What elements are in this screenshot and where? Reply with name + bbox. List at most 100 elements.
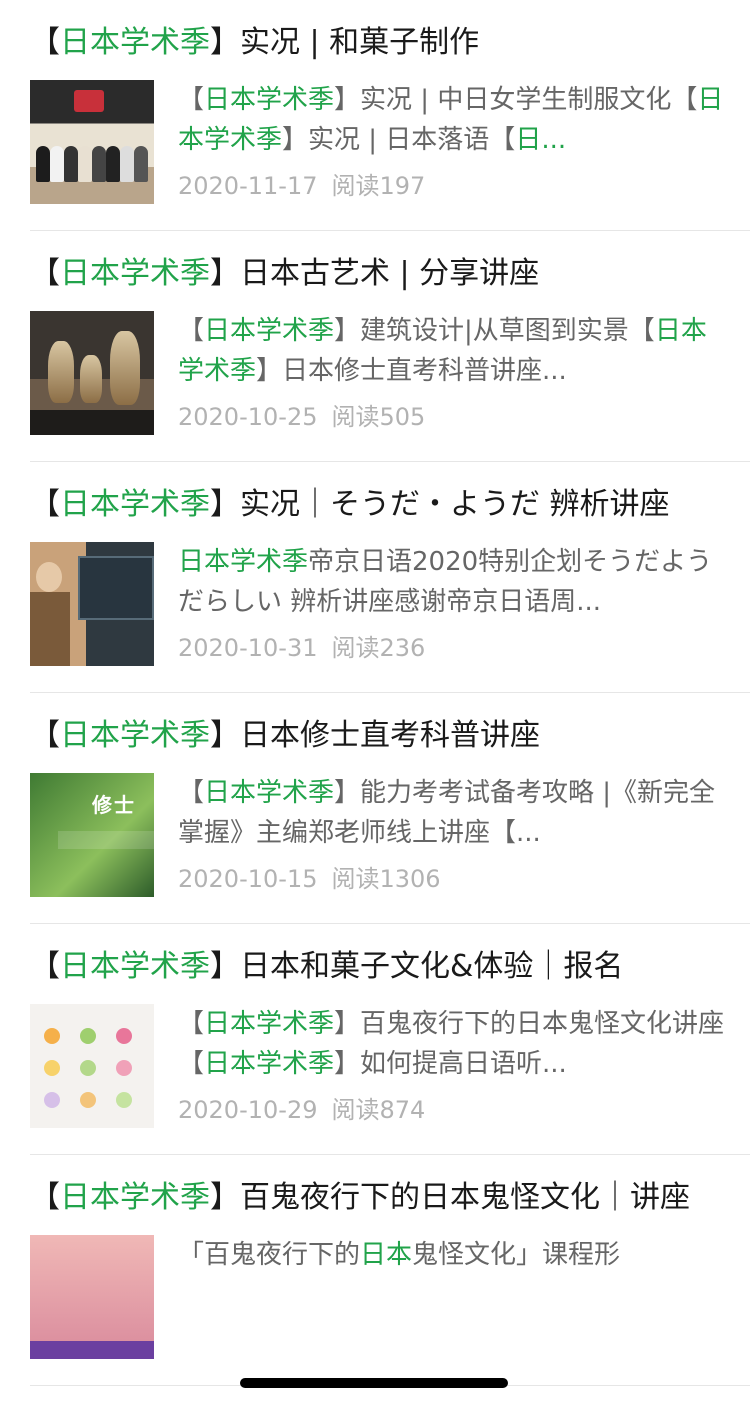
person-shape bbox=[36, 146, 50, 182]
title-bracket: 】 bbox=[210, 718, 240, 753]
summary-highlight: 日本 bbox=[360, 1240, 413, 1270]
title-bracket: 【 bbox=[30, 256, 60, 291]
article-item[interactable]: 【日本学术季】百鬼夜行下的日本鬼怪文化｜讲座「百鬼夜行下的日本鬼怪文化」课程形 bbox=[30, 1155, 750, 1386]
person-shape bbox=[50, 146, 64, 182]
article-info: 【日本学术季】百鬼夜行下的日本鬼怪文化讲座【日本学术季】如何提高日语听... 20… bbox=[178, 1004, 728, 1128]
article-meta: 2020-10-15 阅读1306 bbox=[178, 861, 728, 897]
sweet-shape bbox=[44, 1028, 60, 1044]
article-info: 【日本学术季】能力考考试备考攻略 |《新完全掌握》主编郑老师线上讲座【... 20… bbox=[178, 773, 728, 897]
publish-date: 2020-10-31 bbox=[178, 634, 318, 662]
title-bracket: 【 bbox=[30, 1180, 60, 1215]
article-title[interactable]: 【日本学术季】实况 | 和菓子制作 bbox=[0, 0, 750, 66]
article-thumbnail[interactable] bbox=[30, 542, 154, 666]
article-item[interactable]: 【日本学术季】日本和菓子文化&体验｜报名 【日本学术季】百鬼夜行下的日本鬼怪文化讲… bbox=[30, 924, 750, 1155]
person-shape bbox=[120, 146, 134, 182]
title-text: 日本古艺术 | 分享讲座 bbox=[240, 256, 540, 291]
summary-text: 【 bbox=[178, 316, 205, 346]
person-shape bbox=[30, 592, 70, 666]
sweet-shape bbox=[116, 1028, 132, 1044]
article-info: 【日本学术季】实况 | 中日女学生制服文化【日本学术季】实况 | 日本落语【日.… bbox=[178, 80, 728, 204]
article-preview: 【日本学术季】建筑设计|从草图到实景【日本学术季】日本修士直考科普讲座... 20… bbox=[30, 311, 750, 461]
title-bracket: 【 bbox=[30, 718, 60, 753]
title-text: 实况｜そうだ・ようだ 辨析讲座 bbox=[240, 487, 670, 522]
summary-highlight: 日本学术季 bbox=[204, 778, 335, 808]
article-preview: 「百鬼夜行下的日本鬼怪文化」课程形 bbox=[30, 1235, 750, 1385]
read-count: 阅读505 bbox=[331, 403, 426, 431]
summary-highlight: 日本学术季 bbox=[204, 316, 335, 346]
blackboard-shape bbox=[78, 556, 154, 620]
read-count: 阅读874 bbox=[331, 1096, 426, 1124]
sweet-shape bbox=[80, 1060, 96, 1076]
article-title[interactable]: 【日本学术季】日本古艺术 | 分享讲座 bbox=[0, 231, 750, 297]
article-item[interactable]: 【日本学术季】日本古艺术 | 分享讲座 【日本学术季】建筑设计|从草图到实景【日本… bbox=[30, 231, 750, 462]
summary-text: 【 bbox=[178, 778, 205, 808]
article-preview: 修士 【日本学术季】能力考考试备考攻略 |《新完全掌握》主编郑老师线上讲座【...… bbox=[30, 773, 750, 923]
title-bracket: 】 bbox=[210, 949, 240, 984]
article-title[interactable]: 【日本学术季】百鬼夜行下的日本鬼怪文化｜讲座 bbox=[0, 1155, 750, 1221]
article-preview: 【日本学术季】实况 | 中日女学生制服文化【日本学术季】实况 | 日本落语【日.… bbox=[30, 80, 750, 230]
article-item[interactable]: 【日本学术季】实况 | 和菓子制作 【日本学术季】实况 | 中日女学生制服文化【日… bbox=[30, 0, 750, 231]
article-preview: 【日本学术季】百鬼夜行下的日本鬼怪文化讲座【日本学术季】如何提高日语听... 20… bbox=[30, 1004, 750, 1154]
publish-date: 2020-11-17 bbox=[178, 172, 318, 200]
article-meta: 2020-10-25 阅读505 bbox=[178, 399, 728, 435]
vase-shape bbox=[80, 355, 102, 403]
summary-text: 】建筑设计|从草图到实景 bbox=[334, 316, 629, 346]
summary-text: 【 bbox=[178, 85, 205, 115]
summary-highlight: 日本学术季 bbox=[178, 547, 309, 577]
title-bracket: 】 bbox=[210, 256, 240, 291]
article-title[interactable]: 【日本学术季】日本修士直考科普讲座 bbox=[0, 693, 750, 759]
article-summary: 日本学术季帝京日语2020特别企划そうだようだらしい 辨析讲座感谢帝京日语周..… bbox=[178, 542, 728, 622]
article-meta: 2020-10-31 阅读236 bbox=[178, 630, 728, 666]
article-title[interactable]: 【日本学术季】实况｜そうだ・ようだ 辨析讲座 bbox=[0, 462, 750, 528]
article-thumbnail[interactable] bbox=[30, 1004, 154, 1128]
article-thumbnail[interactable] bbox=[30, 80, 154, 204]
read-count: 阅读197 bbox=[331, 172, 426, 200]
vase-shape bbox=[110, 331, 140, 405]
article-meta: 2020-10-29 阅读874 bbox=[178, 1092, 728, 1128]
sweet-shape bbox=[44, 1092, 60, 1108]
article-item[interactable]: 【日本学术季】实况｜そうだ・ようだ 辨析讲座 日本学术季帝京日语2020特别企划そ… bbox=[30, 462, 750, 693]
title-text: 日本和菓子文化&体验｜报名 bbox=[240, 949, 624, 984]
banner-shape bbox=[30, 1341, 154, 1359]
person-shape bbox=[134, 146, 148, 182]
publish-date: 2020-10-15 bbox=[178, 865, 318, 893]
article-preview: 日本学术季帝京日语2020特别企划そうだようだらしい 辨析讲座感谢帝京日语周..… bbox=[30, 542, 750, 692]
person-shape bbox=[78, 146, 92, 182]
title-bracket: 【 bbox=[30, 949, 60, 984]
title-bracket: 【 bbox=[30, 25, 60, 60]
summary-highlight: 日... bbox=[515, 125, 567, 155]
read-count: 阅读236 bbox=[331, 634, 426, 662]
article-thumbnail[interactable] bbox=[30, 1235, 154, 1359]
title-text: 百鬼夜行下的日本鬼怪文化｜讲座 bbox=[240, 1180, 690, 1215]
title-text: 日本修士直考科普讲座 bbox=[240, 718, 540, 753]
title-tag: 日本学术季 bbox=[60, 25, 210, 60]
sign-shape bbox=[74, 90, 104, 112]
publish-date: 2020-10-29 bbox=[178, 1096, 318, 1124]
person-shape bbox=[92, 146, 106, 182]
thumbnail-text: 修士 bbox=[92, 793, 136, 817]
title-tag: 日本学术季 bbox=[60, 487, 210, 522]
article-thumbnail[interactable] bbox=[30, 311, 154, 435]
article-info: 【日本学术季】建筑设计|从草图到实景【日本学术季】日本修士直考科普讲座... 20… bbox=[178, 311, 728, 435]
article-summary: 【日本学术季】实况 | 中日女学生制服文化【日本学术季】实况 | 日本落语【日.… bbox=[178, 80, 728, 160]
title-tag: 日本学术季 bbox=[60, 718, 210, 753]
summary-text: 【 bbox=[178, 1009, 205, 1039]
summary-highlight: 日本学术季 bbox=[204, 1049, 335, 1079]
head-shape bbox=[36, 562, 62, 592]
summary-text: 】实况 | 中日女学生制服文化【 bbox=[334, 85, 698, 115]
article-summary: 【日本学术季】建筑设计|从草图到实景【日本学术季】日本修士直考科普讲座... bbox=[178, 311, 728, 391]
summary-highlight: 日本学术季 bbox=[204, 1009, 335, 1039]
summary-text: 】如何提高日语听... bbox=[334, 1049, 567, 1079]
article-thumbnail[interactable]: 修士 bbox=[30, 773, 154, 897]
home-indicator[interactable] bbox=[240, 1378, 508, 1388]
title-bracket: 】 bbox=[210, 1180, 240, 1215]
article-title[interactable]: 【日本学术季】日本和菓子文化&体验｜报名 bbox=[0, 924, 750, 990]
sweet-shape bbox=[80, 1092, 96, 1108]
title-tag: 日本学术季 bbox=[60, 949, 210, 984]
summary-highlight: 日本学术季 bbox=[204, 85, 335, 115]
summary-text: 【 bbox=[628, 316, 655, 346]
article-item[interactable]: 【日本学术季】日本修士直考科普讲座 修士 【日本学术季】能力考考试备考攻略 |《新完… bbox=[30, 693, 750, 924]
person-shape bbox=[106, 146, 120, 182]
article-summary: 【日本学术季】能力考考试备考攻略 |《新完全掌握》主编郑老师线上讲座【... bbox=[178, 773, 728, 853]
title-tag: 日本学术季 bbox=[60, 1180, 210, 1215]
